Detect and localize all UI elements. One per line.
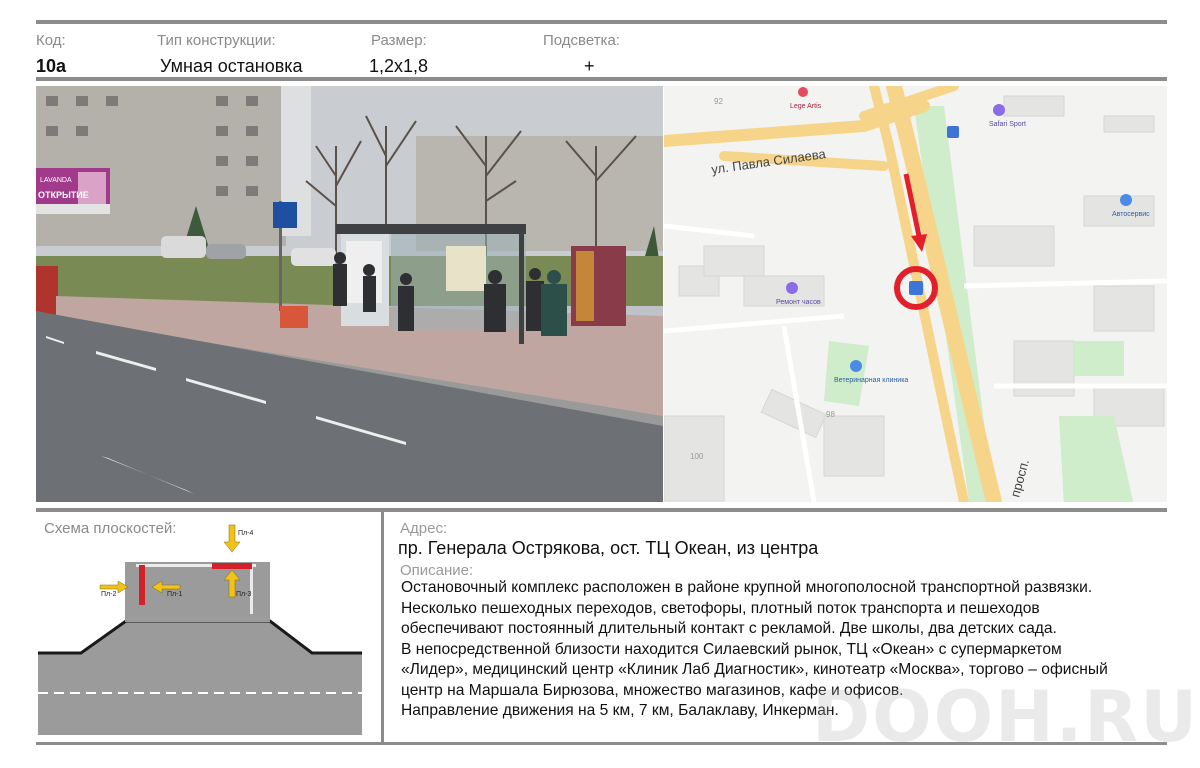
type-label: Тип конструкции: (157, 32, 276, 49)
size-value: 1,2х1,8 (369, 56, 429, 76)
plane-label-2: Пл-2 (101, 591, 116, 598)
poi-pin (993, 104, 1005, 116)
bus-stop-photo: LAVANDA ОТКРЫТИЕ (36, 86, 663, 502)
poi-pin (850, 360, 862, 372)
poi-watch-repair: Ремонт часов (776, 299, 821, 306)
street-map: ул. Павла Силаева просп. 92 98 100 Lege … (664, 86, 1167, 502)
bus-stop-icon (947, 126, 959, 138)
plane-label-3: Пл-3 (236, 591, 251, 598)
description-line: Несколько пешеходных переходов, светофор… (401, 599, 1040, 617)
location-map[interactable]: ул. Павла Силаева просп. 92 98 100 Lege … (664, 86, 1167, 502)
poi-pin (1120, 194, 1132, 206)
description-line: В непосредственной близости находится Си… (401, 640, 1062, 658)
billboard-brand: LAVANDA (40, 177, 72, 184)
address-value: пр. Генерала Острякова, ост. ТЦ Океан, и… (398, 538, 819, 558)
light-value: + (584, 56, 595, 76)
poi-safari-sport: Safari Sport (989, 121, 1026, 128)
top-rule (36, 20, 1167, 24)
description-label: Описание: (400, 562, 474, 579)
address-label: Адрес: (400, 520, 448, 537)
location-photo: LAVANDA ОТКРЫТИЕ (36, 86, 663, 502)
description-line: обеспечивают постоянный длительный конта… (401, 620, 1057, 637)
bus-stop-icon (909, 281, 923, 295)
house-number-100: 100 (690, 452, 704, 461)
size-label: Размер: (371, 32, 427, 49)
code-value: 10а (36, 56, 67, 76)
header-bottom-rule (36, 77, 1167, 81)
description-line: Остановочный комплекс расположен в район… (401, 579, 1093, 596)
plane-label-4: Пл-4 (238, 530, 253, 537)
poi-autoservice: Автосервис (1112, 211, 1150, 218)
type-value: Умная остановка (160, 56, 303, 76)
poi-pin (786, 282, 798, 294)
bottom-divider (381, 512, 384, 742)
poi-lege-artis: Lege Artis (790, 103, 822, 110)
watermark: DOOH.RU (812, 676, 1200, 758)
scheme-title: Схема плоскостей: (44, 520, 177, 537)
light-label: Подсветка: (543, 32, 620, 49)
code-label: Код: (36, 32, 66, 49)
poi-pin (798, 87, 808, 97)
plane-label-1: Пл-1 (167, 591, 182, 598)
planes-scheme: Пл-4 Пл-2 Пл-1 Пл-3 (36, 512, 381, 742)
billboard-text: ОТКРЫТИЕ (38, 190, 89, 200)
house-number-98: 98 (826, 410, 835, 419)
poi-vet-clinic: Ветеринарная клиника (834, 377, 908, 384)
house-number-92: 92 (714, 97, 723, 106)
